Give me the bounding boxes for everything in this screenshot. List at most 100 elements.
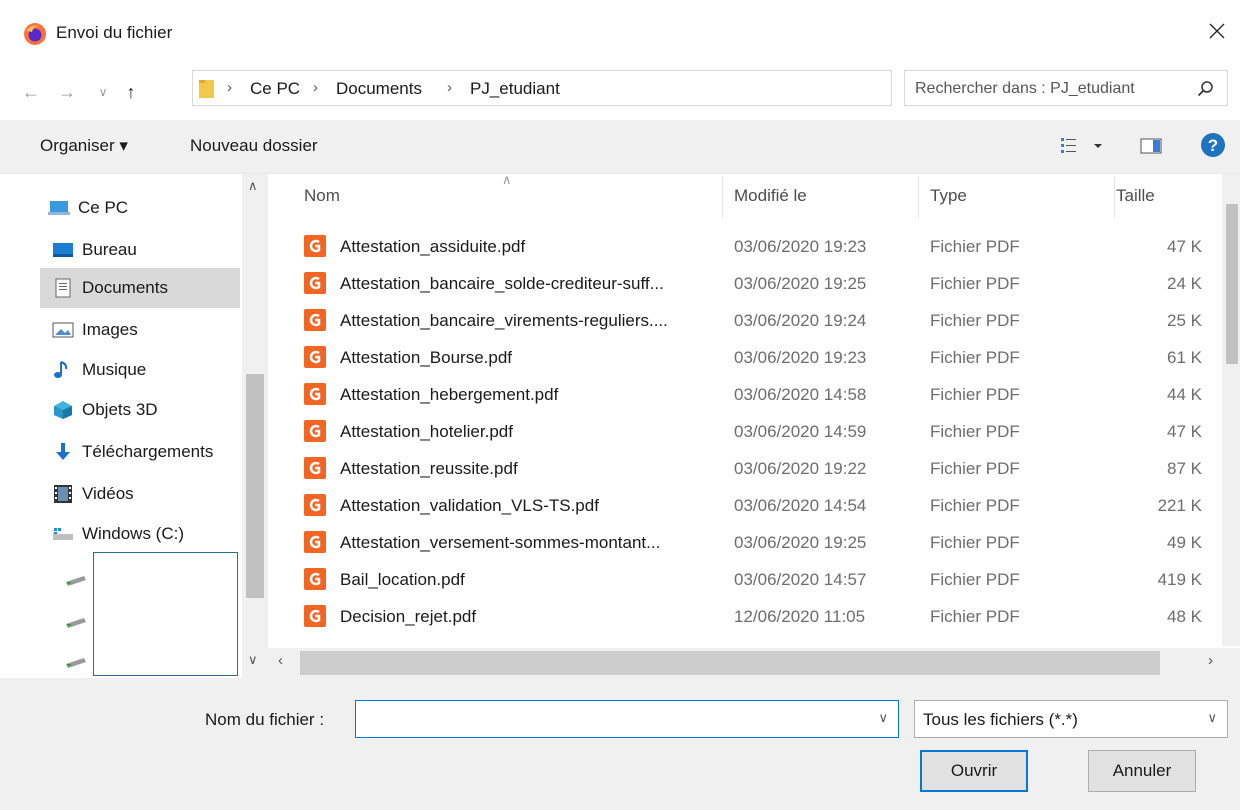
file-row[interactable]: Attestation_bancaire_virements-reguliers… [298,302,1228,339]
file-row[interactable]: Attestation_bancaire_solde-crediteur-suf… [298,265,1228,302]
search-icon[interactable] [1197,80,1215,98]
file-row[interactable]: Bail_location.pdf 03/06/2020 14:57 Fichier… [298,561,1228,598]
horizontal-scrollbar-thumb[interactable] [300,651,1160,675]
file-size: 24 K [1167,274,1202,293]
forward-button[interactable]: → [56,82,78,102]
filename-input[interactable] [362,707,862,731]
file-modified-date: 03/06/2020 19:22 [734,459,867,478]
preview-pane-button[interactable] [1140,137,1162,160]
breadcrumb-pj-etudiant[interactable]: PJ_etudiant [470,79,560,99]
file-type-filter[interactable]: Tous les fichiers (*.*) ∨ [914,700,1228,738]
file-name: Bail_location.pdf [340,570,465,589]
nav-item-label: Ce PC [78,198,129,217]
file-size: 25 K [1167,311,1202,330]
file-modified-date: 03/06/2020 19:23 [734,348,867,367]
file-modified-date: 03/06/2020 19:25 [734,274,867,293]
file-size: 419 K [1157,570,1202,589]
chevron-down-icon: ∨ [1207,710,1217,725]
column-header-size[interactable]: Taille [1116,186,1155,206]
up-button[interactable]: ↑ [120,82,142,102]
file-row[interactable]: Attestation_Bourse.pdf 03/06/2020 19:23 Fi… [298,339,1228,376]
filename-history-dropdown[interactable]: ∨ [878,710,888,726]
nav-item-label: Téléchargements [82,442,214,461]
search-input[interactable] [915,77,1185,101]
nav-item-windows-c[interactable]: Windows (C:) [40,514,240,554]
pdf-file-icon [304,272,326,294]
svg-text:?: ? [1208,136,1218,155]
file-size: 44 K [1167,385,1202,404]
nav-item-documents[interactable]: Documents [40,268,240,308]
nav-item-objets-3d[interactable]: Objets 3D [40,390,240,430]
vertical-scrollbar-thumb[interactable] [1226,204,1238,364]
nav-item-musique[interactable]: Musique [40,350,240,390]
nav-item-label: Images [82,320,138,339]
redacted-box [93,552,238,676]
back-button[interactable]: ← [20,82,42,102]
nav-item-images[interactable]: Images [40,310,240,350]
filename-label: Nom du fichier : [205,710,325,729]
network-drive-icon [66,576,86,586]
command-toolbar: Organiser ▾ Nouveau dossier ? [0,120,1240,174]
file-row[interactable]: Attestation_hotelier.pdf 03/06/2020 14:59… [298,413,1228,450]
file-modified-date: 03/06/2020 14:59 [734,422,867,441]
cancel-button[interactable]: Annuler [1088,750,1196,792]
file-type: Fichier PDF [930,237,1020,256]
file-type: Fichier PDF [930,496,1020,515]
file-modified-date: 03/06/2020 19:25 [734,533,867,552]
organize-button[interactable]: Organiser ▾ [40,136,128,156]
file-type: Fichier PDF [930,607,1020,626]
recent-locations-button[interactable]: ∨ [92,82,114,102]
up-arrow-icon: ↑ [126,81,136,102]
file-row[interactable]: Attestation_reussite.pdf 03/06/2020 19:22… [298,450,1228,487]
file-row[interactable]: Attestation_validation_VLS-TS.pdf 03/06/2… [298,487,1228,524]
nav-item-label: Objets 3D [82,400,158,419]
nav-scrollbar[interactable]: ∧ ∨ [242,174,268,678]
breadcrumb-separator: › [313,79,318,96]
file-row[interactable]: Decision_rejet.pdf 12/06/2020 11:05 Fichie… [298,598,1228,635]
column-header-type[interactable]: Type [930,186,967,206]
address-path[interactable]: › Ce PC › Documents › PJ_etudiant ∨ [192,70,1073,106]
scroll-up-arrow-icon[interactable]: ∧ [248,178,258,194]
pdf-file-icon [304,605,326,627]
breadcrumb-documents[interactable]: Documents [336,79,422,99]
file-row[interactable]: Attestation_hebergement.pdf 03/06/2020 14… [298,376,1228,413]
nav-scrollbar-thumb[interactable] [246,374,264,598]
pdf-file-icon [304,568,326,590]
scroll-left-arrow-icon[interactable]: ‹ [278,652,283,669]
folder-icon [199,80,214,98]
column-divider[interactable] [722,176,723,218]
file-type: Fichier PDF [930,570,1020,589]
pc-icon [48,201,70,215]
file-type: Fichier PDF [930,422,1020,441]
column-header-name[interactable]: Nom [304,186,340,206]
nav-item-bureau[interactable]: Bureau [40,230,240,270]
file-size: 87 K [1167,459,1202,478]
pdf-file-icon [304,383,326,405]
file-name: Attestation_validation_VLS-TS.pdf [340,496,599,515]
scroll-right-arrow-icon[interactable]: › [1208,652,1213,669]
downloads-icon [56,443,70,460]
file-name: Attestation_assiduite.pdf [340,237,526,256]
column-header-modified[interactable]: Modifié le [734,186,807,206]
file-list-vertical-scrollbar[interactable] [1222,174,1240,646]
close-icon [1209,23,1225,39]
new-folder-button[interactable]: Nouveau dossier [190,136,318,156]
nav-item-videos[interactable]: Vidéos [40,474,240,514]
filename-field[interactable]: ∨ [355,700,899,738]
nav-item-ce-pc[interactable]: Ce PC [36,188,236,228]
scroll-down-arrow-icon[interactable]: ∨ [248,652,258,668]
file-list-horizontal-scrollbar[interactable]: ‹ › [268,648,1240,678]
view-options-button[interactable] [1060,136,1106,161]
column-divider[interactable] [918,176,919,218]
file-name: Decision_rejet.pdf [340,607,477,626]
file-row[interactable]: Attestation_assiduite.pdf 03/06/2020 19:2… [298,228,1228,265]
title-bar: Envoi du fichier [0,0,1240,62]
pdf-file-icon [304,457,326,479]
nav-item-telechargements[interactable]: Téléchargements [40,432,240,472]
help-button[interactable]: ? [1200,132,1226,163]
open-button[interactable]: Ouvrir [920,750,1028,792]
breadcrumb-ce-pc[interactable]: Ce PC [250,79,300,99]
column-divider[interactable] [1114,176,1115,218]
close-button[interactable] [1202,16,1232,46]
file-row[interactable]: Attestation_versement-sommes-montant... 0… [298,524,1228,561]
